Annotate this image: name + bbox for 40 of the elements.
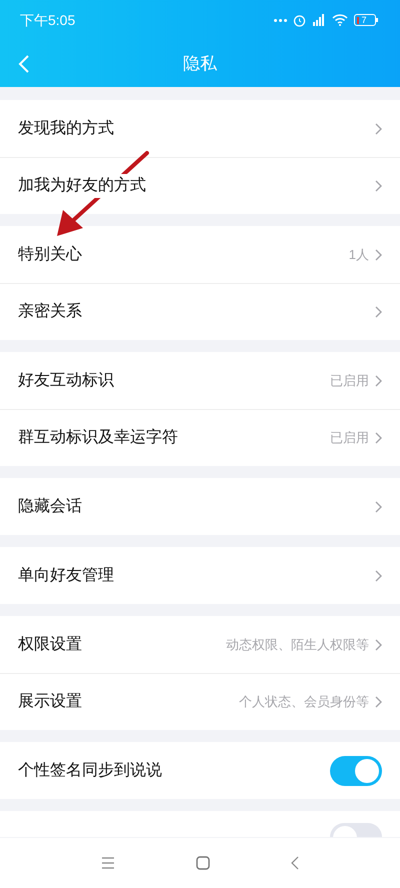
chevron-icon xyxy=(375,638,382,650)
settings-row[interactable]: 加我为好友的方式 xyxy=(0,157,400,214)
chevron-icon xyxy=(375,248,382,260)
status-time: 下午5:05 xyxy=(20,10,76,30)
settings-row[interactable]: 发现我的方式 xyxy=(0,100,400,157)
settings-row[interactable]: 好友互动标识 已启用 xyxy=(0,352,400,409)
chevron-icon xyxy=(375,374,382,386)
row-label: 加我为好友的方式 xyxy=(18,174,146,198)
back-icon[interactable] xyxy=(18,54,30,74)
chevron-icon xyxy=(375,432,382,444)
settings-row[interactable]: 群互动标识及幸运字符 已启用 xyxy=(0,409,400,466)
chevron-icon xyxy=(375,180,382,192)
settings-row[interactable]: 隐藏会话 xyxy=(0,478,400,535)
chevron-icon xyxy=(375,122,382,134)
back-nav-icon[interactable] xyxy=(291,856,300,870)
row-value: 已启用 xyxy=(330,372,369,390)
settings-row[interactable]: 权限设置 动态权限、陌生人权限等 xyxy=(0,616,400,673)
signal-icon xyxy=(312,14,326,26)
settings-row[interactable]: 亲密关系 xyxy=(0,283,400,340)
settings-row[interactable]: 展示设置 个人状态、会员身份等 xyxy=(0,673,400,730)
chevron-icon xyxy=(375,570,382,582)
wifi-icon xyxy=(332,14,348,26)
more-icon xyxy=(274,18,287,22)
settings-row[interactable]: 单向好友管理 xyxy=(0,547,400,604)
row-value: 已启用 xyxy=(330,429,369,448)
row-value: 1人 xyxy=(348,246,369,264)
page-title: 隐私 xyxy=(183,52,217,75)
row-value: 动态权限、陌生人权限等 xyxy=(226,636,369,654)
settings-row[interactable]: 特别关心 1人 xyxy=(0,226,400,283)
chevron-icon xyxy=(375,500,382,512)
toggle-switch[interactable] xyxy=(330,756,382,786)
toggle-switch[interactable] xyxy=(330,823,382,837)
settings-row[interactable]: 个性签名同步到说说 xyxy=(0,742,400,799)
chevron-icon xyxy=(375,306,382,318)
row-value: 个人状态、会员身份等 xyxy=(239,693,369,712)
home-icon[interactable] xyxy=(196,856,210,870)
menu-icon[interactable] xyxy=(100,857,115,869)
alarm-icon xyxy=(293,14,306,26)
chevron-icon xyxy=(375,696,382,708)
battery-icon: 7 xyxy=(354,14,378,26)
